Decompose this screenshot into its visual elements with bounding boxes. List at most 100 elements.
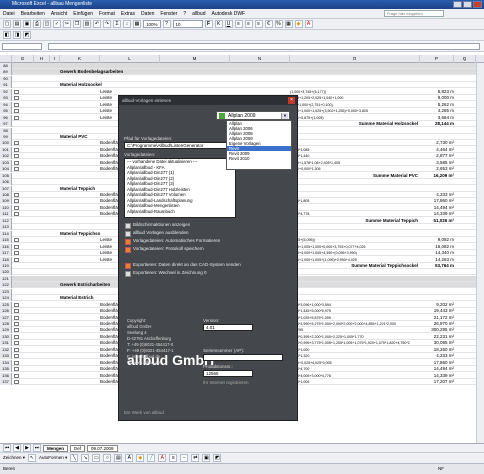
row-header[interactable]: 106 xyxy=(0,179,12,186)
table-cell[interactable]: 2,365*1,440 xyxy=(290,153,420,159)
row-header[interactable]: 129 xyxy=(0,327,12,334)
allbud-icon-3[interactable]: ◩ xyxy=(23,31,31,39)
table-cell[interactable]: 16,209 m² xyxy=(420,173,454,179)
table-cell[interactable]: 2,000*0,395+2,200*1,000+2,225+1,005*1,77… xyxy=(290,334,420,340)
row-header[interactable]: 125 xyxy=(0,301,12,308)
spellcheck-icon[interactable]: ✓ xyxy=(53,20,61,28)
table-cell[interactable]: 14,494 m² xyxy=(420,366,454,372)
table-cell[interactable]: 2,245*1,085 xyxy=(290,147,420,153)
col-header-n[interactable]: N xyxy=(230,55,290,63)
table-cell[interactable]: 3,750+1,000+1,025+(3,502+1,255)+0,000+3,… xyxy=(290,108,420,114)
row-checkbox[interactable] xyxy=(14,322,19,326)
text-color-icon[interactable]: A xyxy=(158,454,167,462)
row-checkbox[interactable] xyxy=(14,251,19,256)
row-header[interactable]: 119 xyxy=(0,262,12,269)
table-cell[interactable]: 9,082 m xyxy=(420,237,454,243)
line-color-icon[interactable]: ╱ xyxy=(147,454,156,462)
row-checkbox[interactable] xyxy=(14,147,19,152)
row-header[interactable]: 126 xyxy=(0,308,12,315)
vertical-scrollbar[interactable] xyxy=(476,63,484,443)
row-checkbox[interactable] xyxy=(14,109,19,114)
minimize-button[interactable] xyxy=(453,1,462,8)
table-cell[interactable]: 300,295 m² xyxy=(420,327,454,333)
menu-format[interactable]: Format xyxy=(99,11,115,17)
row-header[interactable]: 112 xyxy=(0,217,12,224)
version-option[interactable]: Revit 2010 xyxy=(227,156,291,161)
table-cell[interactable]: 3,675*1,445+5,000*0,975 xyxy=(290,308,420,314)
table-cell[interactable]: Summe Material Holzsockel xyxy=(290,121,418,127)
table-cell[interactable]: 0,500*3,990+5,275*1,000+2,000*2,000+2,00… xyxy=(290,321,420,327)
table-cell[interactable]: (1,000+3,745+(5,177)) xyxy=(290,89,420,95)
print-icon[interactable]: ⎙ xyxy=(33,20,41,28)
table-cell[interactable]: 14,339 m² xyxy=(420,211,454,217)
table-cell[interactable]: 17,860 m² xyxy=(420,198,454,204)
table-cell[interactable]: 14,494 m² xyxy=(420,205,454,211)
arrow-style-icon[interactable]: ⇄ xyxy=(191,454,200,462)
table-cell[interactable]: 4,333 m² xyxy=(420,353,454,359)
table-cell[interactable]: (2,075+(5,095)) xyxy=(290,237,420,243)
open-folder-icon[interactable]: ▤ xyxy=(13,20,21,28)
menu-daten[interactable]: Daten xyxy=(141,11,154,17)
next-sheet-icon[interactable]: ▶ xyxy=(23,444,31,452)
register-link[interactable]: Ihr Internet registrieren xyxy=(203,380,249,385)
close-button[interactable] xyxy=(473,1,482,8)
textbox-icon[interactable]: ▤ xyxy=(114,454,123,462)
undo-icon[interactable]: ↶ xyxy=(93,20,101,28)
table-cell[interactable]: Summe Material PVC xyxy=(290,173,418,179)
table-cell[interactable]: 4,333 m² xyxy=(420,192,454,198)
rectangle-icon[interactable]: ▭ xyxy=(92,454,101,462)
align-center-icon[interactable]: ≡ xyxy=(244,20,253,28)
select-all-corner[interactable] xyxy=(0,55,12,63)
row-header[interactable]: 109 xyxy=(0,198,12,205)
serial-field[interactable] xyxy=(203,354,283,361)
row-checkbox[interactable] xyxy=(14,115,19,120)
dash-style-icon[interactable]: ┄ xyxy=(180,454,189,462)
percent-icon[interactable]: % xyxy=(274,20,283,28)
table-cell[interactable]: 30,095 m² xyxy=(420,340,454,346)
path-input[interactable]: C:\Programme\Allbud\ListenGenerator xyxy=(124,142,236,149)
dialog-close-icon[interactable]: × xyxy=(288,97,295,104)
table-cell[interactable]: 4,464 m² xyxy=(420,147,454,153)
shadow-icon[interactable]: ▣ xyxy=(202,454,211,462)
row-header[interactable]: 107 xyxy=(0,185,12,192)
menu-extras[interactable]: Extras xyxy=(121,11,135,17)
preview-icon[interactable]: ◫ xyxy=(43,20,51,28)
table-cell[interactable]: 3,585 m² xyxy=(420,160,454,166)
chart-icon[interactable]: ▦ xyxy=(133,20,141,28)
row-header[interactable]: 132 xyxy=(0,346,12,353)
table-cell[interactable]: 2,653 m² xyxy=(420,166,454,172)
row-checkbox[interactable] xyxy=(14,199,19,204)
table-cell[interactable]: 4,285 m xyxy=(420,108,454,114)
version-dropdown-list[interactable]: Allplan Allplan 2006 Allplan 2008 Allplan 2… xyxy=(226,120,292,170)
bold-icon[interactable]: F xyxy=(204,20,213,28)
ellipse-icon[interactable]: ○ xyxy=(103,454,112,462)
table-cell[interactable]: 17,207 m² xyxy=(420,379,454,385)
row-header[interactable]: 134 xyxy=(0,359,12,366)
table-cell[interactable]: 9,202 m² xyxy=(420,302,454,308)
table-cell[interactable]: 0,075+0,025+4,025*0,005 xyxy=(290,360,420,366)
table-cell[interactable]: Summe Material Teppich xyxy=(290,218,418,224)
line-style-icon[interactable]: ≡ xyxy=(169,454,178,462)
align-right-icon[interactable]: ≡ xyxy=(254,20,263,28)
row-header[interactable]: 97 xyxy=(0,121,12,128)
table-cell[interactable]: 0,500*0,995+3,775*1,005+1,205*1,005+1,07… xyxy=(290,340,420,346)
table-cell[interactable]: 21,172 m² xyxy=(420,315,454,321)
autoshapes-menu[interactable]: AutoFormen ▾ xyxy=(39,455,67,461)
font-size-select[interactable]: 10 xyxy=(172,20,203,28)
row-header[interactable]: 136 xyxy=(0,372,12,379)
row-checkbox[interactable] xyxy=(14,302,19,307)
table-cell[interactable]: 16,082 m xyxy=(420,244,454,250)
row-header[interactable]: 88 xyxy=(0,63,12,69)
row-header[interactable]: 137 xyxy=(0,379,12,386)
table-cell[interactable]: 26,970 m² xyxy=(420,321,454,327)
table-cell[interactable]: Material Holzsockel xyxy=(60,82,220,88)
row-checkbox[interactable] xyxy=(14,380,19,385)
table-cell[interactable]: 2,730 m² xyxy=(420,140,454,146)
underline-icon[interactable]: U xyxy=(224,20,233,28)
row-header[interactable]: 102 xyxy=(0,153,12,160)
row-header[interactable]: 105 xyxy=(0,172,12,179)
table-cell[interactable]: 0,500*1,000 xyxy=(290,347,420,353)
option-checkbox[interactable]: Exportieren: Wechsel in Zeichnung 0 xyxy=(125,270,206,277)
table-cell[interactable]: Leiste xyxy=(100,89,160,95)
menu-help[interactable]: ? xyxy=(183,11,186,17)
